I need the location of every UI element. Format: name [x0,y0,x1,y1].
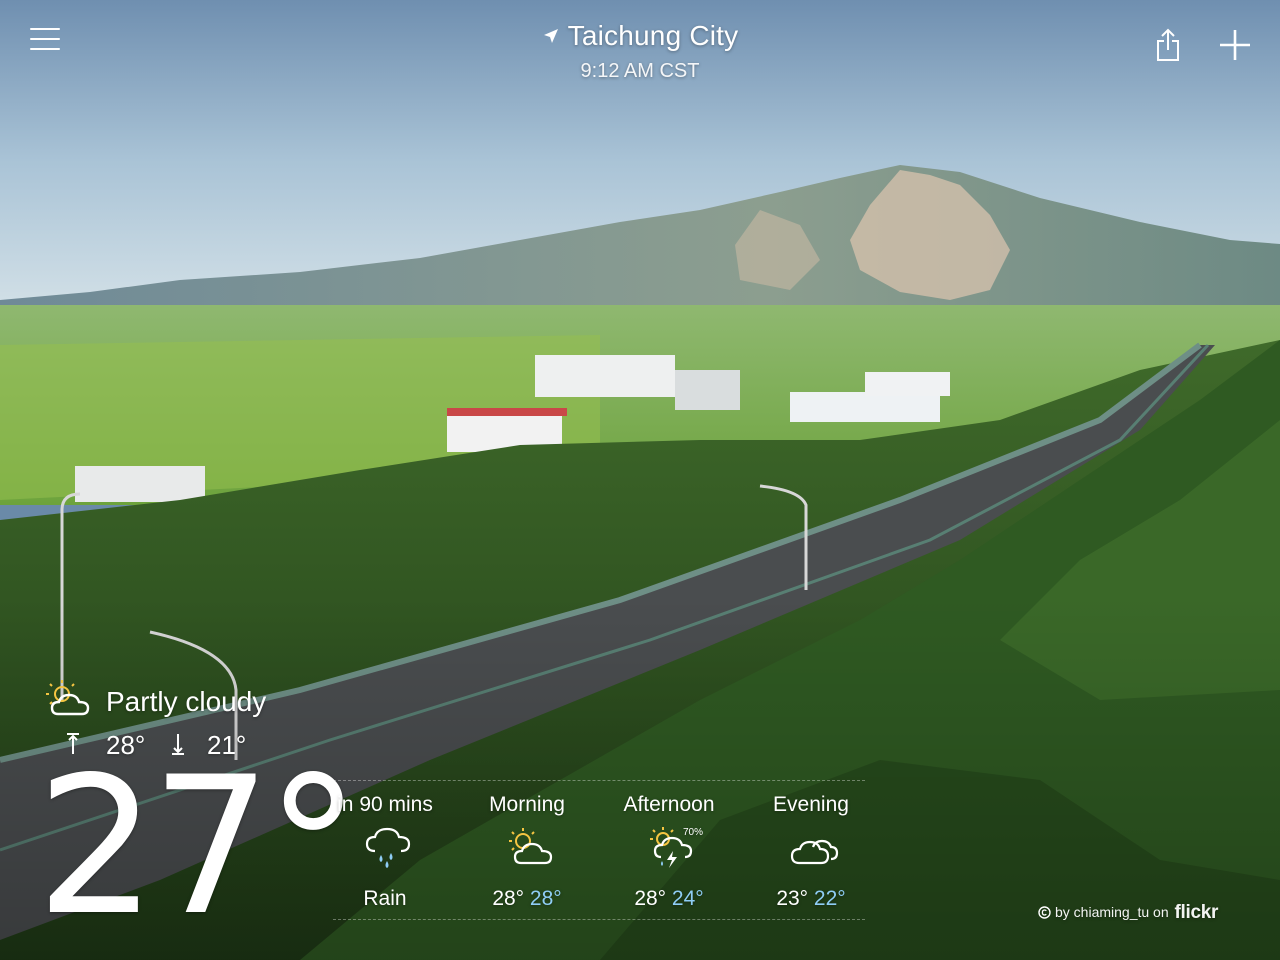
forecast-temps: 23° 22° [741,887,881,911]
forecast-low: 22° [813,887,846,910]
forecast-label: in 90 mins [337,793,433,816]
forecast-low: 24° [671,887,704,910]
forecast-label: Morning [489,793,565,816]
partly-cloudy-icon [46,680,90,716]
forecast-high: 23° [776,887,809,910]
cloudy-icon [790,839,839,865]
forecast-item-in-90-mins[interactable]: in 90 mins Rain [315,781,455,919]
forecast-condition: Rain [363,887,407,910]
forecast-temps: 28° 24° [599,887,739,911]
forecast-item-evening[interactable]: Evening 23° 22° [741,781,881,919]
forecast-high: 28° [634,887,667,910]
forecast-label: Afternoon [623,793,715,816]
location-arrow-icon [543,28,558,43]
forecast-item-afternoon[interactable]: Afternoon 70% 28° 24° [599,781,739,919]
local-time: 9:12 AM CST [580,60,700,82]
condition-text: Partly cloudy [106,686,267,717]
city-name: Taichung City [567,20,739,51]
location-title[interactable]: Taichung City [0,20,1280,52]
forecast-high: 28° [492,887,525,910]
forecast-strip[interactable]: in 90 mins Rain Morning 28° 28° Afternoo… [333,780,865,920]
add-location-icon[interactable] [1218,28,1252,62]
photo-attribution[interactable]: by chiaming_tu on flickr [1038,902,1218,924]
forecast-item-morning[interactable]: Morning 28° 28° [457,781,597,919]
attribution-text: by chiaming_tu on [1055,904,1169,920]
forecast-low: 28° [529,887,562,910]
creative-commons-icon [1038,906,1051,919]
flickr-logo: flickr [1174,902,1219,923]
precipitation-probability: 70% [683,827,704,838]
partly-sunny-icon [509,828,553,865]
current-temperature: 27° [36,736,361,957]
forecast-label: Evening [773,793,849,816]
forecast-temps: 28° 28° [457,887,597,911]
rain-icon [365,827,411,868]
share-icon[interactable] [1155,28,1181,62]
